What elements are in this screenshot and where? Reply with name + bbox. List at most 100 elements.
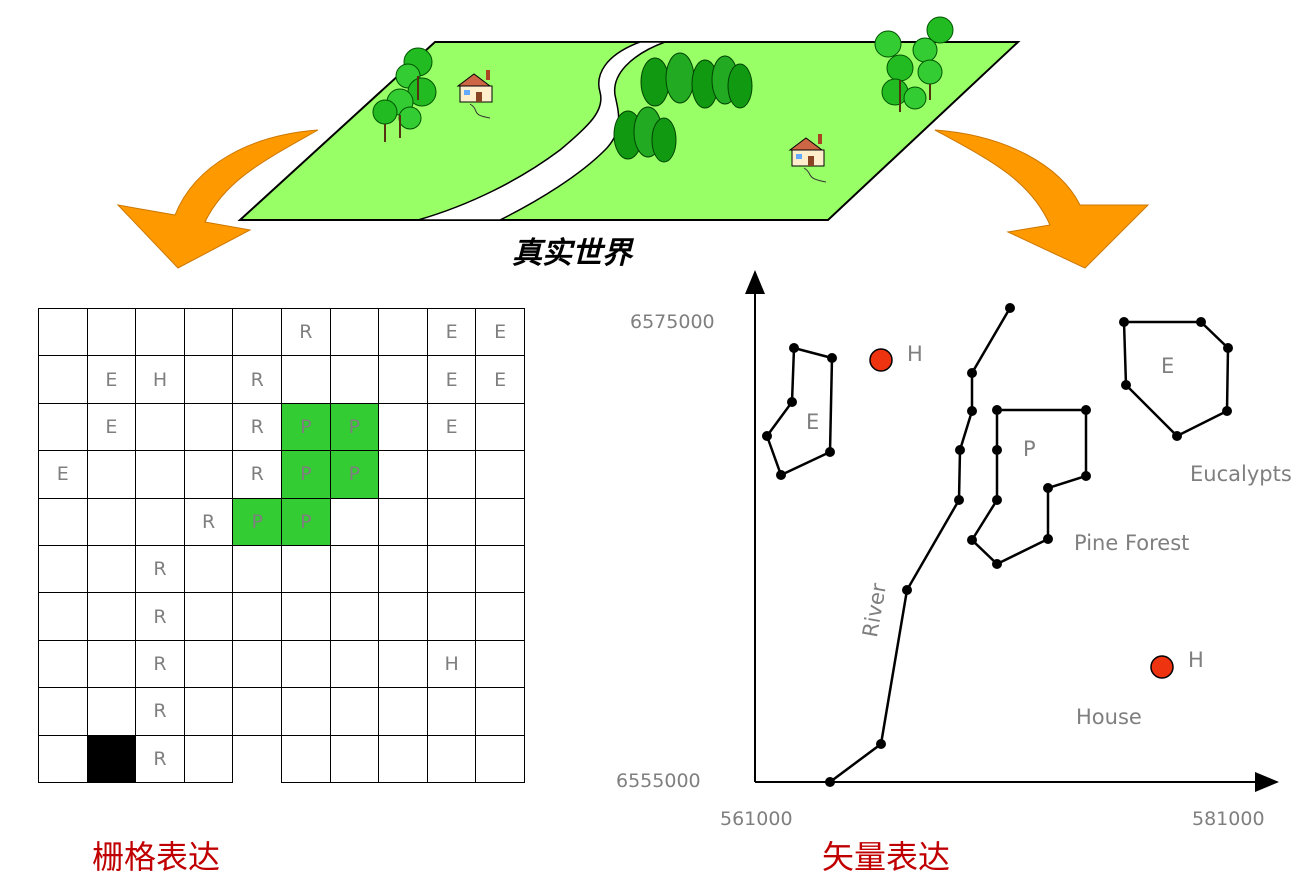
raster-cell: [38, 308, 88, 357]
raster-cell: [38, 687, 88, 736]
raster-cell: [329, 355, 380, 404]
raster-cell: [38, 592, 88, 641]
y-axis-top-label: 6575000: [630, 311, 715, 333]
raster-cell: [86, 450, 137, 499]
raster-cell: [475, 402, 525, 452]
raster-cell: [426, 450, 477, 499]
raster-cell: [232, 687, 282, 736]
house-1-label: H: [907, 342, 923, 366]
raster-cell: [475, 497, 525, 546]
raster-cell: R: [281, 308, 331, 357]
raster-cell: [378, 734, 428, 783]
raster-cell: [86, 687, 137, 736]
raster-cell: [329, 687, 380, 736]
y-axis-bottom-label: 6555000: [616, 770, 701, 792]
raster-cell: [329, 545, 380, 594]
raster-cell: [281, 592, 331, 641]
raster-cell: [135, 450, 185, 499]
raster-cell: [475, 687, 525, 736]
raster-cell: H: [426, 639, 477, 689]
raster-cell: [378, 639, 428, 689]
raster-cell: R: [232, 402, 282, 452]
raster-cell: [38, 545, 88, 594]
raster-cell: [86, 308, 137, 357]
raster-cell: [378, 308, 428, 357]
raster-cell: [475, 450, 525, 499]
real-world-illustration: [237, 16, 1021, 221]
raster-cell: [281, 355, 331, 404]
house-2-label: H: [1188, 648, 1204, 672]
raster-cell: [378, 450, 428, 499]
raster-cell: E: [426, 402, 477, 452]
raster-cell: E: [86, 402, 137, 452]
raster-cell: [378, 402, 428, 452]
raster-caption: 栅格表达: [92, 838, 221, 876]
right-curved-arrow: [934, 129, 1150, 269]
raster-cell: [281, 687, 331, 736]
raster-cell: [38, 639, 88, 689]
eucalypts-large-label: E: [1161, 354, 1175, 378]
raster-cell: [378, 355, 428, 404]
raster-cell: R: [232, 355, 282, 404]
raster-cell: [86, 639, 137, 689]
raster-cell: [232, 735, 282, 783]
raster-cell: [38, 355, 88, 404]
raster-cell: [329, 497, 380, 546]
raster-cell: P: [232, 497, 282, 546]
raster-cell: R: [135, 734, 185, 783]
raster-cell: [183, 734, 234, 783]
raster-cell: P: [281, 497, 331, 546]
raster-cell: E: [426, 355, 477, 404]
house-label: House: [1076, 705, 1142, 729]
raster-cell: R: [183, 497, 234, 546]
raster-cell: [232, 592, 282, 641]
raster-cell: [281, 734, 331, 783]
river-line-vertices: [825, 303, 1015, 787]
raster-cell: [426, 497, 477, 546]
raster-cell: [135, 402, 185, 452]
river-line: [829, 307, 1012, 784]
raster-cell: [183, 687, 234, 736]
raster-cell: [183, 639, 234, 689]
raster-cell: E: [86, 355, 137, 404]
raster-cell: [329, 592, 380, 641]
raster-cell: E: [475, 308, 525, 357]
raster-cell: [183, 308, 234, 357]
raster-cell: [232, 639, 282, 689]
raster-cell: R: [232, 450, 282, 499]
raster-cell: [183, 402, 234, 452]
vector-axes: [745, 270, 1279, 792]
raster-cell: [475, 545, 525, 594]
raster-cell: P: [329, 450, 380, 499]
raster-cell: [426, 687, 477, 736]
raster-cell: R: [135, 545, 185, 594]
eucalypts-polygon-large: [1122, 320, 1230, 438]
eucalypts-polygon-small-vertices: [762, 343, 837, 480]
eucalypts-small-label: E: [806, 410, 820, 434]
eucalypts-polygon-small: [765, 346, 834, 477]
raster-cell: [281, 545, 331, 594]
x-axis-right-label: 581000: [1192, 808, 1265, 830]
raster-cell: [38, 734, 88, 783]
raster-cell: [135, 308, 185, 357]
eucalypts-label: Eucalypts: [1190, 462, 1292, 486]
raster-cell: [426, 734, 477, 783]
pine-forest-short-label: P: [1023, 437, 1036, 461]
raster-cell: [86, 592, 137, 641]
raster-cell: [232, 545, 282, 594]
house-point-1: [869, 348, 893, 372]
raster-cell: E: [426, 308, 477, 357]
raster-cell: [86, 497, 137, 546]
pine-forest-polygon: [970, 408, 1088, 566]
raster-cell: E: [38, 450, 88, 499]
raster-cell: [86, 734, 137, 783]
raster-cell: [183, 545, 234, 594]
raster-cell: [378, 545, 428, 594]
raster-cell: H: [135, 355, 185, 404]
raster-cell: R: [135, 639, 185, 689]
vector-caption: 矢量表达: [822, 838, 951, 876]
raster-cell: [38, 402, 88, 452]
raster-cell: P: [329, 402, 380, 452]
raster-cell: [86, 545, 137, 594]
raster-cell: [378, 687, 428, 736]
